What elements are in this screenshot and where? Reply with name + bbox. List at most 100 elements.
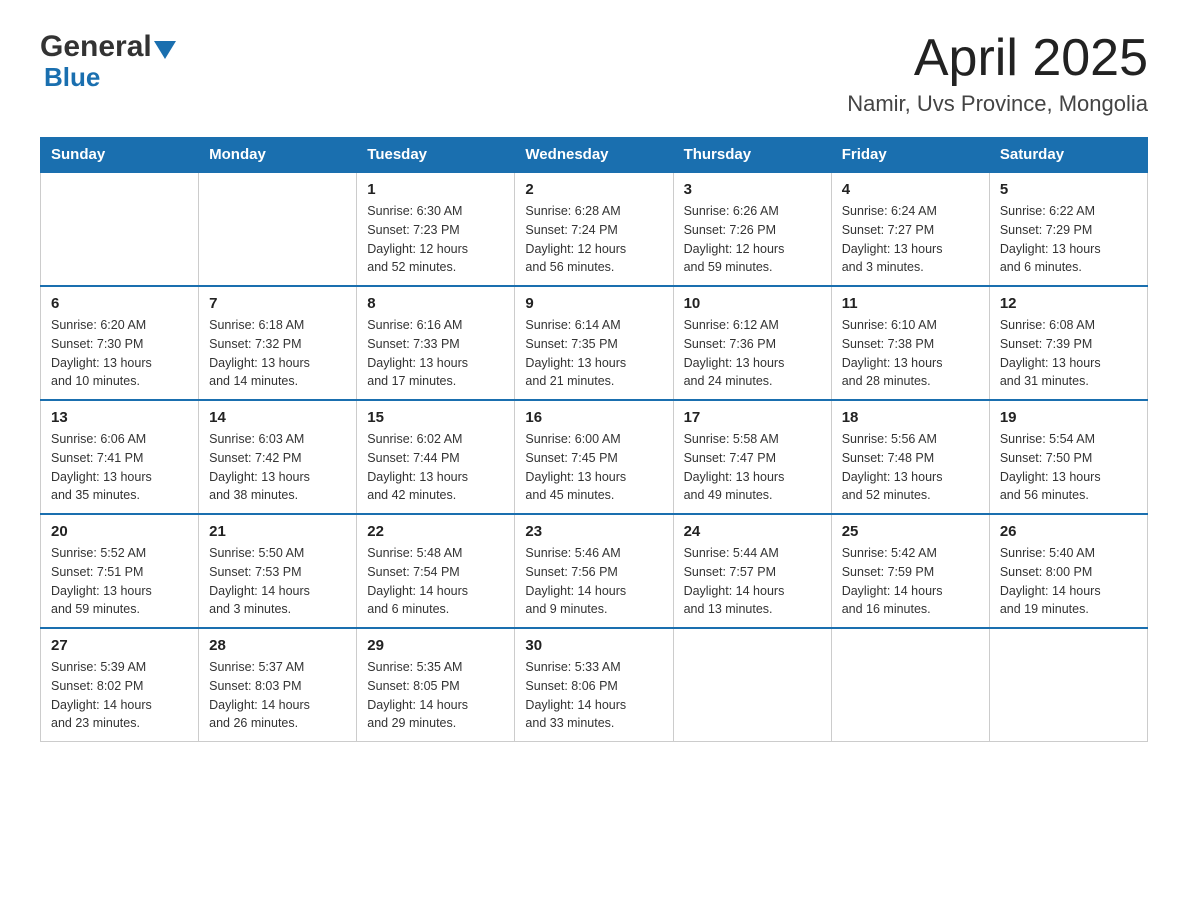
calendar-cell: 3 Sunrise: 6:26 AM Sunset: 7:26 PM Daylig… — [673, 172, 831, 286]
calendar-cell — [831, 628, 989, 742]
day-number: 16 — [525, 409, 662, 426]
location-title: Namir, Uvs Province, Mongolia — [847, 91, 1148, 117]
day-info: Sunrise: 5:35 AM Sunset: 8:05 PM Dayligh… — [367, 658, 504, 733]
calendar-cell: 5Sunrise: 6:22 AM Sunset: 7:29 PM Daylig… — [989, 172, 1147, 286]
day-info: Sunrise: 6:06 AM Sunset: 7:41 PM Dayligh… — [51, 430, 188, 505]
logo: General Blue — [40, 30, 178, 93]
calendar-cell: 16 Sunrise: 6:00 AM Sunset: 7:45 PM Dayli… — [515, 400, 673, 514]
calendar-header-row: SundayMondayTuesdayWednesdayThursdayFrid… — [41, 138, 1148, 173]
day-number: 1 — [367, 181, 504, 198]
calendar-cell: 2 Sunrise: 6:28 AM Sunset: 7:24 PM Daylig… — [515, 172, 673, 286]
calendar-cell: 4 Sunrise: 6:24 AM Sunset: 7:27 PM Daylig… — [831, 172, 989, 286]
day-number: 7 — [209, 295, 346, 312]
day-info: Sunrise: 6:20 AM Sunset: 7:30 PM Dayligh… — [51, 316, 188, 391]
day-number: 22 — [367, 523, 504, 540]
day-info: Sunrise: 5:37 AM Sunset: 8:03 PM Dayligh… — [209, 658, 346, 733]
day-info: Sunrise: 6:02 AM Sunset: 7:44 PM Dayligh… — [367, 430, 504, 505]
day-info: Sunrise: 6:24 AM Sunset: 7:27 PM Dayligh… — [842, 202, 979, 277]
calendar-cell: 28 Sunrise: 5:37 AM Sunset: 8:03 PM Dayli… — [199, 628, 357, 742]
day-info: Sunrise: 6:00 AM Sunset: 7:45 PM Dayligh… — [525, 430, 662, 505]
day-number: 19 — [1000, 409, 1137, 426]
calendar-cell: 9 Sunrise: 6:14 AM Sunset: 7:35 PM Daylig… — [515, 286, 673, 400]
month-title: April 2025 — [847, 30, 1148, 87]
day-number: 2 — [525, 181, 662, 198]
calendar-cell: 1 Sunrise: 6:30 AM Sunset: 7:23 PM Daylig… — [357, 172, 515, 286]
calendar-cell: 12 Sunrise: 6:08 AM Sunset: 7:39 PM Dayli… — [989, 286, 1147, 400]
day-info: Sunrise: 6:28 AM Sunset: 7:24 PM Dayligh… — [525, 202, 662, 277]
day-number: 9 — [525, 295, 662, 312]
day-info: Sunrise: 5:58 AM Sunset: 7:47 PM Dayligh… — [684, 430, 821, 505]
day-number: 18 — [842, 409, 979, 426]
calendar-cell — [199, 172, 357, 286]
week-row-2: 6 Sunrise: 6:20 AM Sunset: 7:30 PM Daylig… — [41, 286, 1148, 400]
day-number: 23 — [525, 523, 662, 540]
day-info: Sunrise: 6:12 AM Sunset: 7:36 PM Dayligh… — [684, 316, 821, 391]
col-header-friday: Friday — [831, 138, 989, 173]
day-info: Sunrise: 5:44 AM Sunset: 7:57 PM Dayligh… — [684, 544, 821, 619]
day-number: 17 — [684, 409, 821, 426]
day-info: Sunrise: 6:10 AM Sunset: 7:38 PM Dayligh… — [842, 316, 979, 391]
day-number: 8 — [367, 295, 504, 312]
col-header-wednesday: Wednesday — [515, 138, 673, 173]
title-area: April 2025 Namir, Uvs Province, Mongolia — [847, 30, 1148, 117]
day-number: 20 — [51, 523, 188, 540]
day-info: Sunrise: 5:48 AM Sunset: 7:54 PM Dayligh… — [367, 544, 504, 619]
col-header-saturday: Saturday — [989, 138, 1147, 173]
day-info: Sunrise: 6:03 AM Sunset: 7:42 PM Dayligh… — [209, 430, 346, 505]
calendar-cell: 18 Sunrise: 5:56 AM Sunset: 7:48 PM Dayli… — [831, 400, 989, 514]
calendar-cell: 7 Sunrise: 6:18 AM Sunset: 7:32 PM Daylig… — [199, 286, 357, 400]
day-info: Sunrise: 6:08 AM Sunset: 7:39 PM Dayligh… — [1000, 316, 1137, 391]
calendar-cell: 11Sunrise: 6:10 AM Sunset: 7:38 PM Dayli… — [831, 286, 989, 400]
col-header-monday: Monday — [199, 138, 357, 173]
day-number: 28 — [209, 637, 346, 654]
calendar-cell: 25 Sunrise: 5:42 AM Sunset: 7:59 PM Dayli… — [831, 514, 989, 628]
calendar-cell: 13 Sunrise: 6:06 AM Sunset: 7:41 PM Dayli… — [41, 400, 199, 514]
day-info: Sunrise: 6:18 AM Sunset: 7:32 PM Dayligh… — [209, 316, 346, 391]
calendar-cell: 17 Sunrise: 5:58 AM Sunset: 7:47 PM Dayli… — [673, 400, 831, 514]
calendar-cell: 26 Sunrise: 5:40 AM Sunset: 8:00 PM Dayli… — [989, 514, 1147, 628]
day-number: 25 — [842, 523, 979, 540]
calendar-cell — [41, 172, 199, 286]
day-number: 10 — [684, 295, 821, 312]
calendar-cell: 8Sunrise: 6:16 AM Sunset: 7:33 PM Daylig… — [357, 286, 515, 400]
calendar-cell: 10 Sunrise: 6:12 AM Sunset: 7:36 PM Dayli… — [673, 286, 831, 400]
day-number: 15 — [367, 409, 504, 426]
logo-triangle-icon — [154, 41, 176, 59]
week-row-4: 20Sunrise: 5:52 AM Sunset: 7:51 PM Dayli… — [41, 514, 1148, 628]
calendar-cell: 6 Sunrise: 6:20 AM Sunset: 7:30 PM Daylig… — [41, 286, 199, 400]
day-info: Sunrise: 6:14 AM Sunset: 7:35 PM Dayligh… — [525, 316, 662, 391]
day-info: Sunrise: 6:30 AM Sunset: 7:23 PM Dayligh… — [367, 202, 504, 277]
day-number: 13 — [51, 409, 188, 426]
calendar-cell: 29 Sunrise: 5:35 AM Sunset: 8:05 PM Dayli… — [357, 628, 515, 742]
calendar-cell — [673, 628, 831, 742]
calendar-cell: 21 Sunrise: 5:50 AM Sunset: 7:53 PM Dayli… — [199, 514, 357, 628]
day-info: Sunrise: 5:40 AM Sunset: 8:00 PM Dayligh… — [1000, 544, 1137, 619]
day-info: Sunrise: 5:50 AM Sunset: 7:53 PM Dayligh… — [209, 544, 346, 619]
day-number: 27 — [51, 637, 188, 654]
day-info: Sunrise: 6:26 AM Sunset: 7:26 PM Dayligh… — [684, 202, 821, 277]
day-number: 29 — [367, 637, 504, 654]
calendar-cell: 14Sunrise: 6:03 AM Sunset: 7:42 PM Dayli… — [199, 400, 357, 514]
day-number: 12 — [1000, 295, 1137, 312]
day-number: 6 — [51, 295, 188, 312]
page-header: General Blue April 2025 Namir, Uvs Provi… — [40, 30, 1148, 117]
day-number: 30 — [525, 637, 662, 654]
calendar-cell: 19 Sunrise: 5:54 AM Sunset: 7:50 PM Dayli… — [989, 400, 1147, 514]
day-number: 5 — [1000, 181, 1137, 198]
day-info: Sunrise: 5:39 AM Sunset: 8:02 PM Dayligh… — [51, 658, 188, 733]
day-number: 24 — [684, 523, 821, 540]
day-number: 21 — [209, 523, 346, 540]
logo-blue: Blue — [44, 62, 100, 92]
calendar-cell — [989, 628, 1147, 742]
day-info: Sunrise: 5:54 AM Sunset: 7:50 PM Dayligh… — [1000, 430, 1137, 505]
week-row-3: 13 Sunrise: 6:06 AM Sunset: 7:41 PM Dayli… — [41, 400, 1148, 514]
calendar-cell: 22 Sunrise: 5:48 AM Sunset: 7:54 PM Dayli… — [357, 514, 515, 628]
day-number: 26 — [1000, 523, 1137, 540]
calendar-cell: 27 Sunrise: 5:39 AM Sunset: 8:02 PM Dayli… — [41, 628, 199, 742]
day-number: 3 — [684, 181, 821, 198]
col-header-tuesday: Tuesday — [357, 138, 515, 173]
day-info: Sunrise: 5:46 AM Sunset: 7:56 PM Dayligh… — [525, 544, 662, 619]
day-info: Sunrise: 5:56 AM Sunset: 7:48 PM Dayligh… — [842, 430, 979, 505]
day-info: Sunrise: 5:42 AM Sunset: 7:59 PM Dayligh… — [842, 544, 979, 619]
day-number: 4 — [842, 181, 979, 198]
